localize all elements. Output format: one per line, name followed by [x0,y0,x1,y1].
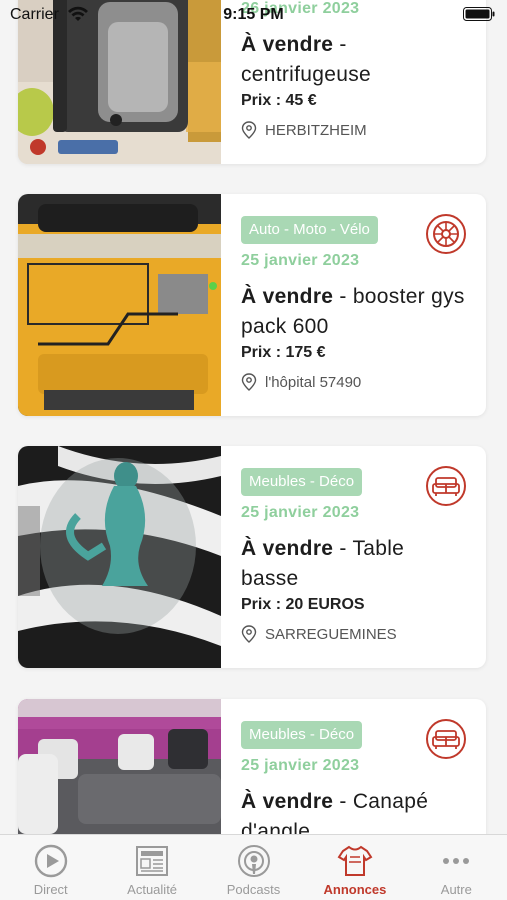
play-icon [34,844,67,878]
wheel-icon [426,214,466,254]
tab-label: Autre [440,882,472,897]
listing-date: 25 janvier 2023 [241,504,360,521]
listing-title[interactable]: À vendre - Table basse [241,534,466,594]
glass-table-photo [18,446,221,668]
listing-date: 25 janvier 2023 [241,757,360,774]
listing-title[interactable]: À vendre - centrifugeuse [241,30,466,90]
listing-card[interactable]: Meubles - Déco 25 janvier 2023 À vendre … [18,446,486,668]
tab-label: Direct [33,882,68,897]
listing-card[interactable]: Meubles - Déco 25 janvier 2023 À vendre … [18,699,486,835]
shirt-icon [337,845,373,876]
category-badge[interactable]: Auto - Moto - Vélo [241,216,378,244]
tab-autre[interactable]: Autre [406,835,507,900]
more-icon [443,858,470,864]
listing-price: Prix : 20 EUROS [241,596,365,613]
sofa-icon [426,719,466,759]
listing-location: HERBITZHEIM [241,121,367,139]
listings-feed[interactable]: 26 janvier 2023 À vendre - centrifugeuse… [0,0,507,835]
tab-direct[interactable]: Direct [0,835,101,900]
tab-label: Annonces [323,882,387,897]
status-bar: Carrier 9:15 PM [0,0,507,30]
listing-details: Meubles - Déco 25 janvier 2023 À vendre … [221,446,486,668]
location-pin-icon [241,373,257,391]
listing-details: Meubles - Déco 25 janvier 2023 À vendre … [221,699,486,835]
tab-label: Actualité [127,882,178,897]
listing-location: l'hôpital 57490 [241,373,361,391]
listing-location-text: HERBITZHEIM [265,121,367,139]
newspaper-icon [136,846,169,876]
listing-card[interactable]: Auto - Moto - Vélo 25 janvier 2023 À ven… [18,194,486,416]
listing-location-text: l'hôpital 57490 [265,373,362,391]
location-pin-icon [241,625,257,643]
tab-bar: Direct Actualité Podcasts Annonces Autre [0,834,507,900]
listing-date: 25 janvier 2023 [241,252,360,269]
tab-podcasts[interactable]: Podcasts [203,835,304,900]
listing-title[interactable]: À vendre - Canapé d'angle [241,787,466,835]
category-badge[interactable]: Meubles - Déco [241,468,363,496]
status-time: 9:15 PM [223,6,284,23]
listing-details: Auto - Moto - Vélo 25 janvier 2023 À ven… [221,194,486,416]
podcast-icon [237,845,270,877]
tab-annonces[interactable]: Annonces [304,835,405,900]
battery-booster-photo [18,194,221,416]
listing-title-prefix: À vendre [241,537,334,560]
listing-location-text: SARREGUEMINES [265,625,397,643]
listing-title-prefix: À vendre [241,790,334,813]
category-badge[interactable]: Meubles - Déco [241,721,363,749]
tab-label: Podcasts [226,882,281,897]
listing-price: Prix : 175 € [241,344,326,361]
listing-title-prefix: À vendre [241,285,334,308]
sofa-icon [426,466,466,506]
listing-title-prefix: À vendre [241,33,334,56]
location-pin-icon [241,121,257,139]
corner-sofa-photo [18,699,221,835]
tab-actualite[interactable]: Actualité [101,835,202,900]
listing-price: Prix : 45 € [241,92,317,109]
listing-location: SARREGUEMINES [241,625,397,643]
battery-icon [463,7,495,21]
listing-title[interactable]: À vendre - booster gys pack 600 [241,282,466,342]
